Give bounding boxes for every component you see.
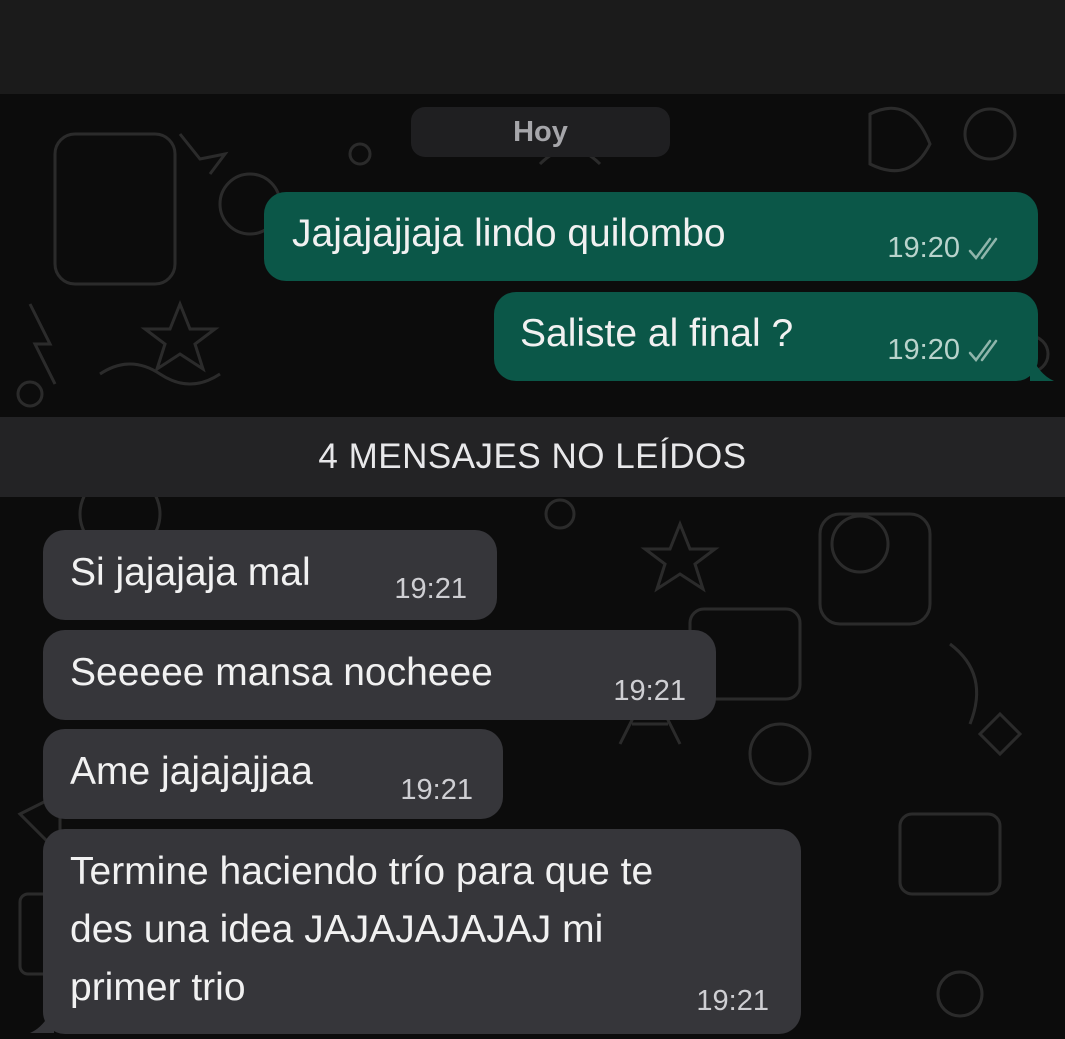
incoming-message-bubble[interactable]: Ame jajajajjaa 19:21 <box>43 729 503 819</box>
date-separator-chip: Hoy <box>411 107 670 157</box>
message-time: 19:21 <box>613 675 686 707</box>
double-check-icon <box>968 237 998 260</box>
message-time: 19:21 <box>394 573 467 605</box>
outgoing-message-bubble[interactable]: Jajajajjaja lindo quilombo 19:20 <box>264 192 1038 281</box>
chat-header-bar <box>0 0 1065 94</box>
message-text-line: primer trio <box>70 966 246 1009</box>
message-text: Saliste al final ? <box>520 312 794 355</box>
date-label: Hoy <box>513 115 568 148</box>
message-text: Si jajajaja mal <box>70 551 311 594</box>
message-meta: 19:21 <box>613 675 686 708</box>
unread-messages-divider: 4 MENSAJES NO LEÍDOS <box>0 417 1065 497</box>
message-time: 19:21 <box>696 985 769 1017</box>
message-time: 19:20 <box>887 334 960 366</box>
message-text-line: Termine haciendo trío para que te <box>70 850 654 893</box>
message-meta: 19:21 <box>696 985 769 1018</box>
message-time: 19:20 <box>887 232 960 264</box>
message-meta: 19:20 <box>887 334 1008 367</box>
outgoing-bubble-tail <box>1030 352 1054 381</box>
message-text-line: des una idea JAJAJAJAJAJ mi <box>70 908 604 951</box>
whatsapp-chat-screen: Hoy Jajajajjaja lindo quilombo 19:20 Sal… <box>0 0 1065 1039</box>
double-check-icon <box>968 339 998 362</box>
message-meta: 19:21 <box>394 573 467 606</box>
message-text: Jajajajjaja lindo quilombo <box>292 212 726 255</box>
message-text: Ame jajajajjaa <box>70 750 313 793</box>
incoming-message-bubble[interactable]: Termine haciendo trío para que te des un… <box>43 829 801 1034</box>
incoming-message-bubble[interactable]: Seeeee mansa nocheee 19:21 <box>43 630 716 720</box>
message-meta: 19:21 <box>400 774 473 807</box>
message-text: Seeeee mansa nocheee <box>70 651 493 694</box>
unread-divider-label: 4 MENSAJES NO LEÍDOS <box>318 437 747 476</box>
outgoing-message-bubble[interactable]: Saliste al final ? 19:20 <box>494 292 1038 381</box>
incoming-bubble-tail <box>30 1004 54 1033</box>
incoming-message-bubble[interactable]: Si jajajaja mal 19:21 <box>43 530 497 620</box>
message-meta: 19:20 <box>887 232 1008 265</box>
message-time: 19:21 <box>400 774 473 806</box>
